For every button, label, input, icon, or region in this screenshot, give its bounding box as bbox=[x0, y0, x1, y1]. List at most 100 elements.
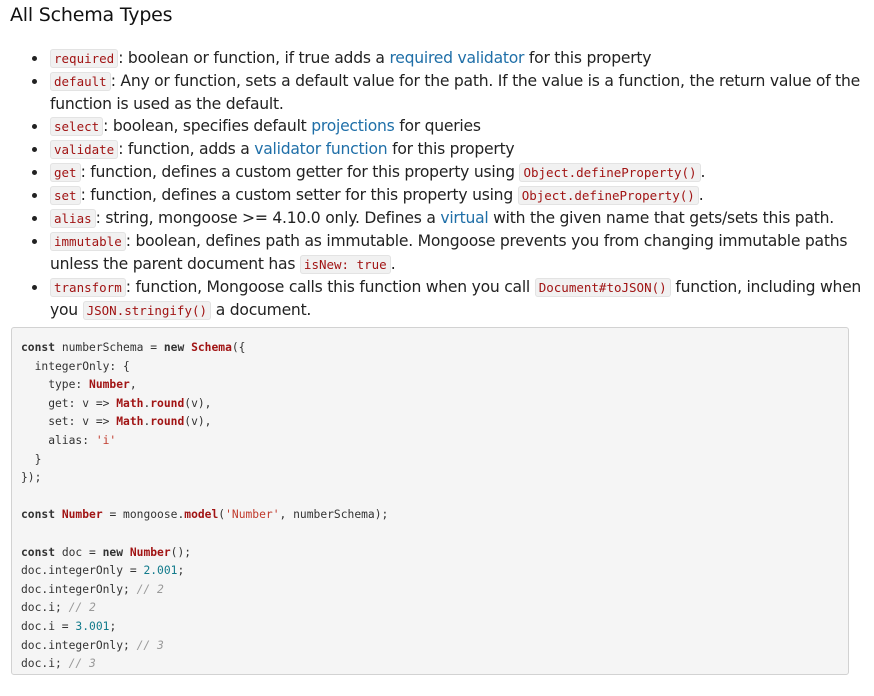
inline-code: required bbox=[50, 49, 119, 68]
virtual-link[interactable]: virtual bbox=[440, 209, 488, 227]
inline-code: set bbox=[50, 186, 81, 205]
code-comment: // 2 bbox=[136, 582, 164, 596]
item-text: : function, adds a bbox=[118, 140, 255, 158]
code-text: doc = bbox=[55, 545, 103, 559]
code-text: alias: bbox=[21, 433, 96, 447]
code-line: doc.i; // 3 bbox=[21, 655, 848, 674]
code-line: const Number = mongoose.model('Number', … bbox=[21, 506, 848, 525]
list-item-validate: validate: function, adds a validator fun… bbox=[32, 138, 865, 161]
list-item-immutable: immutable: boolean, defines path as immu… bbox=[32, 230, 865, 276]
code-keyword: const bbox=[21, 341, 56, 354]
inline-code: alias bbox=[50, 209, 96, 228]
list-item-set: set: function, defines a custom setter f… bbox=[32, 184, 865, 207]
item-text: for this property bbox=[524, 49, 652, 67]
code-line: doc.i; // 2 bbox=[21, 599, 848, 618]
code-comment: // 3 bbox=[68, 657, 96, 671]
code-string: 'Number' bbox=[225, 508, 280, 522]
code-keyword: const bbox=[21, 508, 56, 522]
list-item-transform: transform: function, Mongoose calls this… bbox=[32, 276, 865, 322]
code-text: doc.integerOnly; bbox=[21, 638, 137, 652]
code-class: Schema bbox=[191, 341, 232, 354]
code-text: type: bbox=[21, 378, 90, 392]
code-text: doc.i = bbox=[21, 619, 76, 633]
item-text: : string, mongoose >= 4.10.0 only. Defin… bbox=[95, 209, 441, 227]
item-text: with the given name that gets/sets this … bbox=[488, 209, 834, 227]
item-text: : boolean, defines path as immutable. Mo… bbox=[50, 232, 848, 273]
list-item-default: default: Any or function, sets a default… bbox=[32, 70, 865, 115]
inline-code: select bbox=[50, 117, 104, 136]
code-comment: // 2 bbox=[68, 601, 96, 615]
code-text: , numberSchema); bbox=[279, 508, 389, 522]
code-example: const numberSchema = new Schema({ intege… bbox=[11, 327, 849, 675]
code-line: doc.integerOnly = 2.001; bbox=[21, 562, 848, 581]
code-keyword: const bbox=[21, 545, 56, 559]
section-heading: All Schema Types bbox=[10, 4, 173, 26]
code-line: integerOnly: { bbox=[21, 359, 130, 373]
list-item-select: select: boolean, specifies default proje… bbox=[32, 115, 865, 138]
schema-types-list: required: boolean or function, if true a… bbox=[32, 47, 865, 322]
item-text: : boolean or function, if true adds a bbox=[118, 49, 390, 67]
code-line: doc.integerOnly; // 3 bbox=[21, 637, 848, 656]
code-keyword: new bbox=[102, 545, 124, 559]
inline-code: transform bbox=[50, 278, 126, 297]
code-line: } bbox=[21, 452, 42, 466]
inline-code: Object.defineProperty() bbox=[517, 186, 699, 205]
code-number: 2.001 bbox=[143, 564, 178, 578]
code-text: ; bbox=[109, 619, 117, 633]
code-text: numberSchema = bbox=[55, 341, 164, 354]
code-text: get: v => bbox=[21, 396, 117, 410]
code-class: Math bbox=[116, 415, 144, 429]
inline-code: JSON.stringify() bbox=[82, 301, 212, 320]
inline-code: isNew: true bbox=[299, 255, 391, 274]
code-line: get: v => Math.round(v), bbox=[21, 395, 848, 414]
code-class: Number bbox=[89, 378, 130, 392]
item-text: : boolean, specifies default bbox=[103, 117, 312, 135]
list-item-alias: alias: string, mongoose >= 4.10.0 only. … bbox=[32, 207, 865, 230]
documentation-page: All Schema Types required: boolean or fu… bbox=[0, 0, 874, 696]
code-keyword: new bbox=[163, 341, 185, 354]
code-text: (v), bbox=[184, 396, 212, 410]
code-text: , bbox=[129, 378, 137, 392]
list-item-get: get: function, defines a custom getter f… bbox=[32, 161, 865, 184]
projections-link[interactable]: projections bbox=[311, 117, 395, 135]
code-text: doc.integerOnly = bbox=[21, 564, 144, 578]
code-text: doc.i; bbox=[21, 601, 69, 615]
inline-code: get bbox=[50, 163, 81, 182]
code-line: type: Number, bbox=[21, 376, 848, 395]
code-line: doc.integerOnly; // 2 bbox=[21, 581, 848, 600]
item-text: : function, defines a custom setter for … bbox=[80, 186, 518, 204]
code-number: 3.001 bbox=[75, 619, 110, 633]
code-line: const doc = new Number(); bbox=[21, 544, 848, 563]
code-class: Math bbox=[116, 396, 144, 410]
list-item-required: required: boolean or function, if true a… bbox=[32, 47, 865, 70]
item-text: for queries bbox=[394, 117, 481, 135]
code-text: doc.integerOnly; bbox=[21, 582, 137, 596]
code-line: set: v => Math.round(v), bbox=[21, 413, 848, 432]
item-text: for this property bbox=[387, 140, 515, 158]
code-text: (); bbox=[170, 545, 192, 559]
item-text: : function, defines a custom getter for … bbox=[80, 163, 520, 181]
code-line: const numberSchema = new Schema({ bbox=[21, 339, 848, 358]
code-class: Number bbox=[61, 508, 103, 522]
code-text: = mongoose. bbox=[102, 508, 185, 522]
item-text: . bbox=[698, 186, 704, 204]
code-line: doc.i = 3.001; bbox=[21, 618, 848, 637]
code-text: set: v => bbox=[21, 415, 117, 429]
inline-code: Document#toJSON() bbox=[534, 278, 671, 297]
required-validator-link[interactable]: required validator bbox=[389, 49, 524, 67]
inline-code: default bbox=[50, 72, 111, 91]
code-class: round bbox=[150, 396, 185, 410]
code-class: round bbox=[150, 415, 185, 429]
code-comment: // 3 bbox=[136, 638, 164, 652]
code-text: doc.i; bbox=[21, 657, 69, 671]
item-text: . bbox=[700, 163, 706, 181]
inline-code: immutable bbox=[50, 232, 126, 251]
item-text: a document. bbox=[211, 301, 312, 319]
validator-function-link[interactable]: validator function bbox=[254, 140, 387, 158]
code-text: ({ bbox=[231, 341, 246, 354]
code-string: 'i' bbox=[95, 433, 117, 447]
inline-code: Object.defineProperty() bbox=[519, 163, 701, 182]
code-text: ; bbox=[177, 564, 185, 578]
